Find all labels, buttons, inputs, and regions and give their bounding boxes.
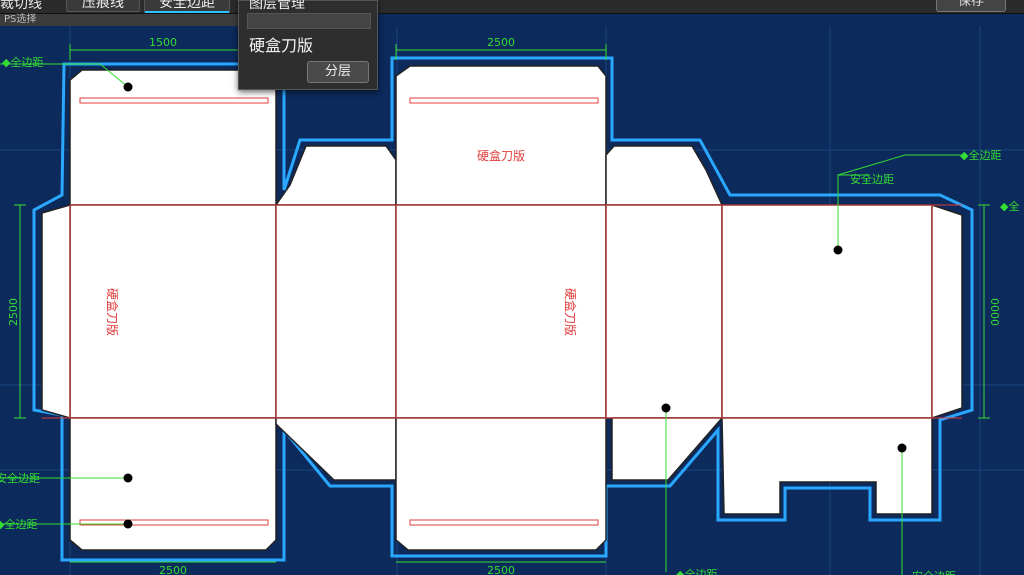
sub-toolbar: PS选择 [0,14,240,26]
marker-2 [123,473,133,483]
tab-safe-margin[interactable]: 安全边距 [144,0,230,13]
panel-label-right: 硬盒刀版 [563,288,578,336]
die-panels [41,65,963,551]
dim-left: 2500 [7,298,20,326]
layer-popup: 图层管理 硬盒刀版 分层 [238,0,378,90]
marker-5 [661,403,671,413]
marker-3 [123,519,133,529]
panel-label-top: 硬盒刀版 [477,148,525,163]
layer-split-button[interactable]: 分层 [307,61,369,83]
layer-name[interactable]: 硬盒刀版 [249,32,313,56]
label-safe-margin-1: 安全边距 [0,471,40,485]
tab-crease-line[interactable]: 压痕线 [66,0,140,12]
tab-cut-line[interactable]: 裁切线 [0,0,42,12]
dim-right: 0000 [988,298,1001,326]
popup-title: 图层管理 [249,0,305,12]
label-full-margin-3: ◆全边距 [960,148,1001,162]
layer-search-bar[interactable] [247,13,371,29]
label-full-margin-5: ◆全边距 [676,567,717,575]
marker-4 [833,245,843,255]
panel-label-left: 硬盒刀版 [105,288,120,336]
dim-bottom-left: 2500 [159,564,187,575]
label-full-margin-2: ◆全边距 [0,517,37,531]
label-safe-margin-2: 安全边距 [850,172,894,186]
dim-top-left: 1500 [149,36,177,49]
dim-bottom-mid: 2500 [487,564,515,575]
label-safe-margin-3: 安全边距 [912,569,956,575]
dieline-canvas[interactable]: 1500 2500 2500 2500 2500 0000 ◆全边距 安全边距 … [0,0,1024,575]
label-full-margin-4: ◆全 [1000,199,1019,213]
marker-1 [123,82,133,92]
top-toolbar: 裁切线 压痕线 安全边距 保存 [0,0,1024,14]
save-button[interactable]: 保存 [936,0,1006,12]
marker-6 [897,443,907,453]
label-full-margin-1: ◆全边距 [2,55,43,69]
dim-top-mid: 2500 [487,36,515,49]
